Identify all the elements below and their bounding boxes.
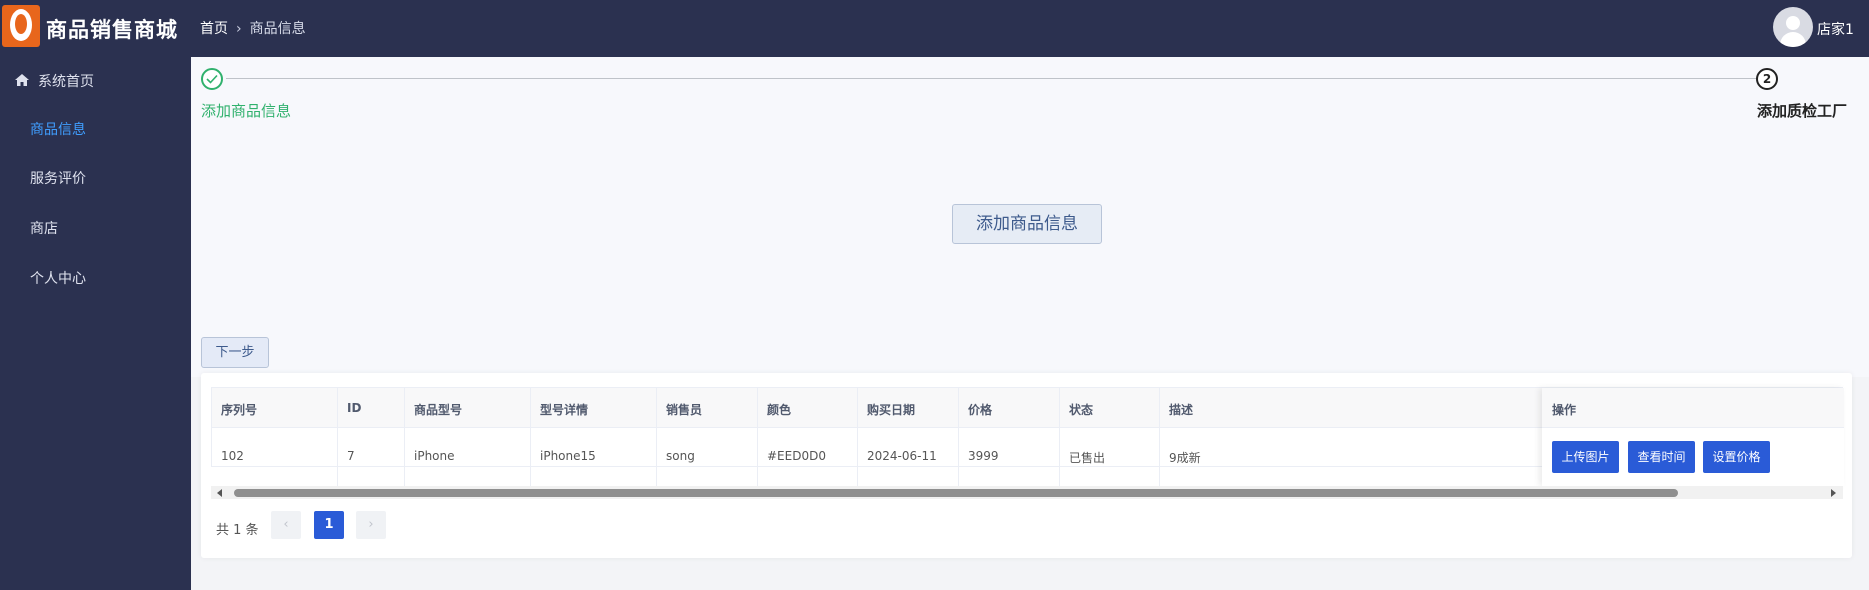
main-content: 添加商品信息 2 添加质检工厂 添加商品信息 下一步 序列号 ID 商品型号 型…	[191, 57, 1869, 590]
column-header: 购买日期	[858, 388, 959, 427]
table-cell: iPhone15	[531, 428, 657, 486]
breadcrumb: 首页 › 商品信息	[200, 18, 306, 38]
table-cell: 9成新	[1169, 451, 1201, 465]
sidebar-item-label: 个人中心	[30, 271, 86, 287]
step-2-number: 2	[1756, 68, 1778, 90]
add-product-button[interactable]: 添加商品信息	[952, 204, 1102, 244]
column-header: 颜色	[758, 388, 858, 427]
table-cell: 已售出	[1060, 428, 1160, 486]
table-cell: #EED0D0	[758, 428, 858, 486]
steps-panel: 添加商品信息 2 添加质检工厂 添加商品信息 下一步	[191, 57, 1869, 377]
horizontal-scrollbar[interactable]	[211, 486, 1843, 499]
scroll-left-icon[interactable]	[217, 489, 222, 497]
sidebar-item-store[interactable]: 商店	[0, 207, 191, 247]
logo-icon	[2, 5, 40, 47]
product-table: 序列号 ID 商品型号 型号详情 销售员 颜色 购买日期 价格 状态 描述 10…	[211, 387, 1844, 486]
sidebar-item-label: 服务评价	[30, 171, 86, 187]
step-2-title: 添加质检工厂	[1757, 102, 1848, 120]
sidebar-item-service-review[interactable]: 服务评价	[0, 157, 191, 197]
table-cell: 7	[338, 428, 405, 486]
step-connector	[226, 78, 1764, 79]
scroll-thumb[interactable]	[234, 489, 1678, 497]
column-header: 商品型号	[405, 388, 531, 427]
next-step-button[interactable]: 下一步	[201, 337, 269, 368]
column-header: 型号详情	[531, 388, 657, 427]
column-header: ID	[338, 388, 405, 427]
table-cell: 2024-06-11	[858, 428, 959, 486]
username[interactable]: 店家1	[1817, 19, 1854, 39]
column-header: 状态	[1060, 388, 1160, 427]
step-1-title: 添加商品信息	[201, 102, 292, 120]
home-icon	[15, 74, 29, 86]
sidebar-item-label: 系统首页	[38, 74, 94, 90]
sidebar-item-home[interactable]: 系统首页	[0, 60, 191, 100]
table-cell: iPhone	[405, 428, 531, 486]
prev-page-button[interactable]: ‹	[271, 511, 301, 539]
view-time-button[interactable]: 查看时间	[1628, 441, 1695, 473]
set-price-button[interactable]: 设置价格	[1703, 441, 1770, 473]
scroll-right-icon[interactable]	[1831, 489, 1836, 497]
column-header: 价格	[959, 388, 1060, 427]
sidebar-item-label: 商店	[30, 221, 58, 237]
upload-image-button[interactable]: 上传图片	[1552, 441, 1619, 473]
sidebar-item-personal-center[interactable]: 个人中心	[0, 257, 191, 297]
chevron-right-icon: ›	[236, 21, 242, 37]
table-cell: 102	[212, 428, 338, 486]
column-header: 描述	[1169, 403, 1194, 417]
avatar[interactable]	[1773, 7, 1813, 47]
breadcrumb-current: 商品信息	[249, 21, 306, 37]
table-card: 序列号 ID 商品型号 型号详情 销售员 颜色 购买日期 价格 状态 描述 10…	[201, 373, 1852, 558]
pagination-total: 共 1 条	[216, 523, 259, 538]
column-header: 销售员	[657, 388, 758, 427]
sidebar-item-product-info[interactable]: 商品信息	[0, 108, 191, 148]
top-header: 商品销售商城 首页 › 商品信息 店家1	[0, 0, 1869, 57]
sidebar: 系统首页 商品信息 服务评价 商店 个人中心	[0, 57, 191, 590]
operations-column: 操作 上传图片 查看时间 设置价格	[1542, 388, 1844, 486]
table-cell: song	[657, 428, 758, 486]
app-title: 商品销售商城	[46, 18, 178, 42]
sidebar-item-label: 商品信息	[30, 122, 86, 138]
page-number-current[interactable]: 1	[314, 511, 344, 539]
column-header: 操作	[1542, 388, 1844, 428]
column-header: 序列号	[212, 388, 338, 427]
step-1-check-icon	[201, 68, 223, 90]
table-cell: 3999	[959, 428, 1060, 486]
breadcrumb-home[interactable]: 首页	[200, 21, 228, 37]
next-page-button[interactable]: ›	[356, 511, 386, 539]
